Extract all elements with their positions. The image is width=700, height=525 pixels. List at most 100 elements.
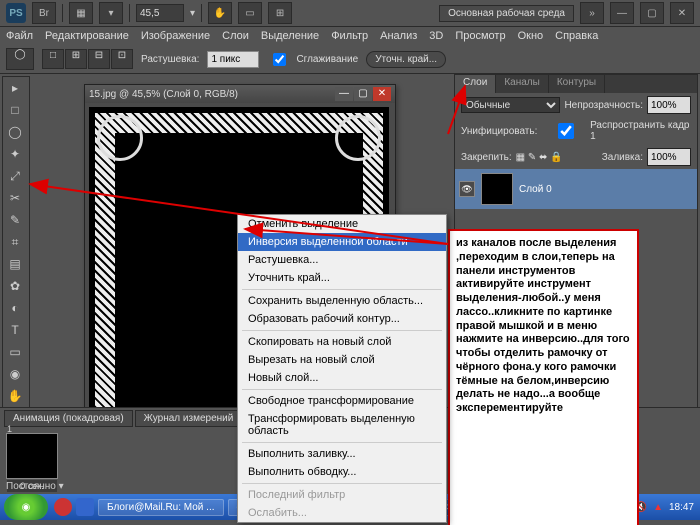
fill-input[interactable] bbox=[647, 148, 691, 166]
quick-launch-icon-2[interactable] bbox=[76, 498, 94, 516]
marquee-tool[interactable]: □ bbox=[3, 99, 27, 121]
move-tool[interactable]: ▸ bbox=[3, 77, 27, 99]
task-button[interactable]: Блоги@Mail.Ru: Мой ... bbox=[98, 499, 224, 516]
blend-mode-select[interactable]: Обычные bbox=[461, 97, 560, 113]
context-menu-item[interactable]: Растушевка... bbox=[238, 251, 446, 269]
tab-animation[interactable]: Анимация (покадровая) bbox=[4, 410, 133, 427]
menu-select[interactable]: Выделение bbox=[261, 30, 319, 42]
menu-bar: Файл Редактирование Изображение Слои Выд… bbox=[0, 27, 700, 45]
context-menu-item[interactable]: Выполнить заливку... bbox=[238, 445, 446, 463]
doc-max-button[interactable]: ▢ bbox=[354, 87, 372, 101]
zoom-input[interactable] bbox=[136, 4, 184, 22]
loop-select[interactable]: Постоянно bbox=[6, 481, 56, 492]
tab-channels[interactable]: Каналы bbox=[496, 75, 549, 93]
menu-3d[interactable]: 3D bbox=[429, 30, 443, 42]
history-brush-tool[interactable]: ▤ bbox=[3, 253, 27, 275]
layer-name: Слой 0 bbox=[519, 184, 552, 195]
menu-help[interactable]: Справка bbox=[555, 30, 598, 42]
propagate-checkbox[interactable] bbox=[549, 123, 583, 139]
crop-tool[interactable]: ⤢ bbox=[3, 165, 27, 187]
quick-launch-icon[interactable] bbox=[54, 498, 72, 516]
brush-tool[interactable]: ✎ bbox=[3, 209, 27, 231]
sel-new-icon[interactable]: □ bbox=[42, 49, 64, 69]
context-menu-item[interactable]: Трансформировать выделенную область bbox=[238, 410, 446, 440]
context-menu-item[interactable]: Выполнить обводку... bbox=[238, 463, 446, 481]
context-menu-item: Последний фильтр bbox=[238, 486, 446, 504]
refine-edge-button[interactable]: Уточн. край... bbox=[366, 51, 446, 68]
tray-icon[interactable]: ▲ bbox=[653, 502, 663, 513]
opacity-label: Непрозрачность: bbox=[564, 100, 643, 111]
tab-layers[interactable]: Слои bbox=[455, 75, 496, 93]
clock: 18:47 bbox=[669, 502, 694, 513]
context-menu-item[interactable]: Новый слой... bbox=[238, 369, 446, 387]
menu-analysis[interactable]: Анализ bbox=[380, 30, 417, 42]
context-menu-item[interactable]: Свободное трансформирование bbox=[238, 392, 446, 410]
fill-label: Заливка: bbox=[602, 152, 643, 163]
shape-tool[interactable]: ▭ bbox=[3, 341, 27, 363]
min-icon[interactable]: — bbox=[610, 2, 634, 24]
menu-edit[interactable]: Редактирование bbox=[45, 30, 129, 42]
doc-close-button[interactable]: ✕ bbox=[373, 87, 391, 101]
zoom-unit: ▾ bbox=[190, 8, 195, 19]
menu-image[interactable]: Изображение bbox=[141, 30, 210, 42]
context-menu-item[interactable]: Сохранить выделенную область... bbox=[238, 292, 446, 310]
menu-layer[interactable]: Слои bbox=[222, 30, 249, 42]
sel-sub-icon[interactable]: ⊟ bbox=[88, 49, 110, 69]
antialias-label: Сглаживание bbox=[296, 54, 358, 65]
visibility-icon[interactable]: 👁 bbox=[459, 181, 475, 197]
tab-measure-log[interactable]: Журнал измерений bbox=[135, 410, 243, 427]
view-icon[interactable]: ▭ bbox=[238, 2, 262, 24]
context-menu-item[interactable]: Образовать рабочий контур... bbox=[238, 310, 446, 328]
context-menu-item[interactable]: Инверсия выделенной области bbox=[238, 233, 446, 251]
feather-input[interactable] bbox=[207, 51, 259, 68]
opacity-input[interactable] bbox=[647, 96, 691, 114]
feather-label: Растушевка: bbox=[141, 54, 199, 65]
toolbox: ▸ □ ◯ ✦ ⤢ ✂ ✎ ⌗ ▤ ✿ ◐ T ▭ ◉ ✋ 🔍 bbox=[2, 76, 30, 430]
menu-filter[interactable]: Фильтр bbox=[331, 30, 368, 42]
collapse-icon[interactable]: » bbox=[580, 2, 604, 24]
sel-add-icon[interactable]: ⊞ bbox=[65, 49, 87, 69]
document-title: 15.jpg @ 45,5% (Слой 0, RGB/8) bbox=[89, 89, 238, 100]
lock-label: Закрепить: bbox=[461, 152, 512, 163]
lasso-tool[interactable]: ◯ bbox=[3, 121, 27, 143]
context-menu-item[interactable]: Уточнить край... bbox=[238, 269, 446, 287]
doc-min-button[interactable]: — bbox=[335, 87, 353, 101]
workspace-switcher[interactable]: Основная рабочая среда bbox=[439, 5, 574, 22]
unify-label: Унифицировать: bbox=[461, 126, 537, 137]
eraser-tool[interactable]: ✿ bbox=[3, 275, 27, 297]
gradient-tool[interactable]: ◐ bbox=[3, 297, 27, 319]
close-icon[interactable]: ✕ bbox=[670, 2, 694, 24]
context-menu: Отменить выделениеИнверсия выделенной об… bbox=[237, 214, 447, 523]
lock-icons[interactable]: ▦ ✎ ⬌ 🔒 bbox=[516, 152, 563, 163]
type-tool[interactable]: T bbox=[3, 319, 27, 341]
layer-thumbnail bbox=[481, 173, 513, 205]
bridge-icon[interactable]: Br bbox=[32, 2, 56, 24]
context-menu-item[interactable]: Скопировать на новый слой bbox=[238, 333, 446, 351]
stamp-tool[interactable]: ⌗ bbox=[3, 231, 27, 253]
eyedropper-tool[interactable]: ✂ bbox=[3, 187, 27, 209]
layer-row[interactable]: 👁 Слой 0 bbox=[455, 169, 697, 209]
antialias-checkbox[interactable] bbox=[273, 53, 286, 66]
menu-view[interactable]: Просмотр bbox=[455, 30, 505, 42]
context-menu-item[interactable]: Вырезать на новый слой bbox=[238, 351, 446, 369]
menu-window[interactable]: Окно bbox=[518, 30, 544, 42]
3d-tool[interactable]: ◉ bbox=[3, 363, 27, 385]
context-menu-item: Ослабить... bbox=[238, 504, 446, 522]
wand-tool[interactable]: ✦ bbox=[3, 143, 27, 165]
sel-int-icon[interactable]: ⊡ bbox=[111, 49, 133, 69]
tab-paths[interactable]: Контуры bbox=[549, 75, 605, 93]
tool-preset-icon[interactable]: ◯ bbox=[6, 48, 34, 70]
app-logo: PS bbox=[6, 3, 26, 23]
start-button[interactable]: ◉ bbox=[4, 494, 48, 520]
propagate-label: Распространить кадр 1 bbox=[590, 120, 691, 142]
top-icon-1[interactable]: ▦ bbox=[69, 2, 93, 24]
menu-file[interactable]: Файл bbox=[6, 30, 33, 42]
max-icon[interactable]: ▢ bbox=[640, 2, 664, 24]
context-menu-item[interactable]: Отменить выделение bbox=[238, 215, 446, 233]
screen-icon[interactable]: ⊞ bbox=[268, 2, 292, 24]
hand-tool[interactable]: ✋ bbox=[3, 385, 27, 407]
hand-icon[interactable]: ✋ bbox=[208, 2, 232, 24]
animation-frame[interactable]: 1 0 сек. bbox=[6, 433, 58, 479]
top-icon-2[interactable]: ▾ bbox=[99, 2, 123, 24]
instruction-annotation: из каналов после выделения ,переходим в … bbox=[448, 229, 639, 525]
